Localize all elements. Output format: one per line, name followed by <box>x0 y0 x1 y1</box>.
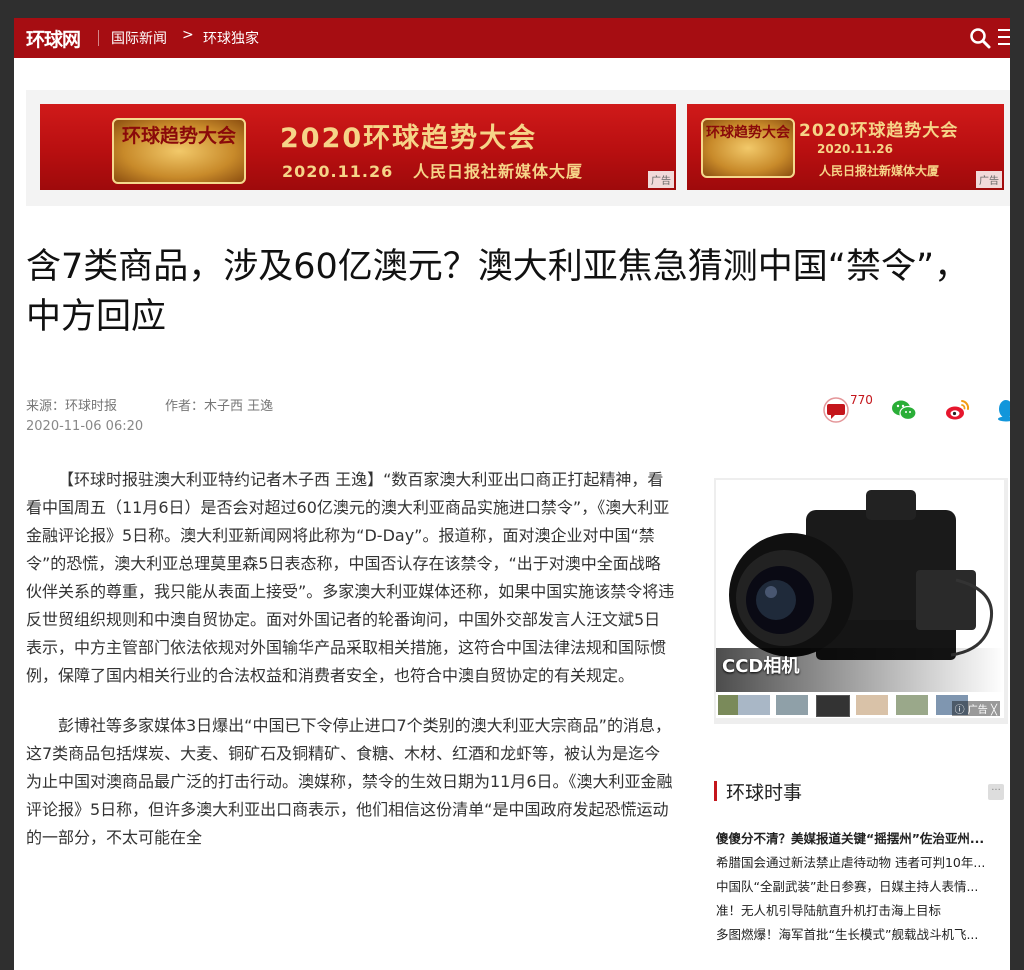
qq-share-icon[interactable] <box>996 398 1010 422</box>
article-author: 作者：木子西 王逸 <box>165 399 274 414</box>
camera-ad[interactable]: CCD相机 ⓘ 广告 ╳ <box>714 478 1008 724</box>
wechat-share-icon[interactable] <box>890 398 918 422</box>
ad-title: 2020环球趋势大会 <box>280 123 538 154</box>
camera-ad-label: CCD相机 <box>722 656 800 677</box>
site-logo[interactable]: 环球网 <box>26 25 81 52</box>
thumbnail[interactable] <box>738 695 770 715</box>
camera-ad-thumbnails: ⓘ 广告 ╳ <box>718 692 1002 718</box>
thumbnail[interactable] <box>896 695 928 715</box>
news-item[interactable]: 中国队“全副武装”赴日参赛，日媒主持人表情... <box>716 876 1006 900</box>
camera-ad-image[interactable]: CCD相机 ⓘ 广告 ╳ <box>716 480 1004 718</box>
thumbnail[interactable] <box>856 695 888 715</box>
thumbnail[interactable] <box>816 695 850 717</box>
article-time: 2020-11-06 06:20 <box>26 419 144 434</box>
ad-venue: 人民日报社新媒体大厦 <box>819 164 940 178</box>
news-item[interactable]: 多图燃爆！海军首批“生长模式”舰载战斗机飞... <box>716 924 1006 948</box>
ad-badge-logo: 环球趋势大会 <box>112 118 246 184</box>
section-title: 环球时事 <box>726 782 803 804</box>
ad-strip: 环球趋势大会 2020环球趋势大会 2020.11.26 人民日报社新媒体大厦 … <box>26 90 1010 206</box>
article-paragraph: 彭博社等多家媒体3日爆出“中国已下令停止进口7个类别的澳大利亚大宗商品”的消息，… <box>26 716 673 847</box>
browser-page: 环球网 国际新闻 > 环球独家 环球趋势大会 2020环球趋势大会 2020.1… <box>14 18 1010 970</box>
top-nav-bar: 环球网 国际新闻 > 环球独家 <box>14 18 1010 58</box>
ad-tag: 广告 <box>976 171 1002 188</box>
ad-date-venue: 2020.11.26 人民日报社新媒体大厦 <box>282 158 583 182</box>
section-accent-bar <box>714 781 717 801</box>
ad-badge-logo: 环球趋势大会 <box>701 118 795 178</box>
news-list: 傻傻分不清？美媒报道关键“摇摆州”佐治亚州... 希腊国会通过新法禁止虐待动物 … <box>716 828 1006 948</box>
breadcrumb-international-news[interactable]: 国际新闻 <box>111 28 167 48</box>
breadcrumb-separator: > <box>182 27 194 43</box>
comment-count[interactable]: 770 <box>850 393 873 407</box>
article-paragraph: 【环球时报驻澳大利亚特约记者木子西 王逸】“数百家澳大利亚出口商正打起精神，看看… <box>26 470 675 685</box>
breadcrumb-exclusive[interactable]: 环球独家 <box>203 28 259 48</box>
article-body: 【环球时报驻澳大利亚特约记者木子西 王逸】“数百家澳大利亚出口商正打起精神，看看… <box>26 466 676 874</box>
world-news-box: 环球时事 ··· 傻傻分不清？美媒报道关键“摇摆州”佐治亚州... 希腊国会通过… <box>714 770 1010 970</box>
article-title: 含7类商品，涉及60亿澳元？澳大利亚焦急猜测中国“禁令”，中方回应 <box>26 247 970 337</box>
trend-conference-ad-large[interactable]: 环球趋势大会 2020环球趋势大会 2020.11.26 人民日报社新媒体大厦 … <box>40 104 676 190</box>
news-item[interactable]: 傻傻分不清？美媒报道关键“摇摆州”佐治亚州... <box>716 828 1006 852</box>
comment-icon[interactable] <box>822 396 852 424</box>
thumbnail[interactable] <box>776 695 808 715</box>
ad-venue: 人民日报社新媒体大厦 <box>412 162 583 181</box>
ad-date: 2020.11.26 <box>282 162 394 181</box>
news-item[interactable]: 准！无人机引导陆航直升机打击海上目标 <box>716 900 1006 924</box>
menu-icon[interactable] <box>998 29 1010 47</box>
more-button[interactable]: ··· <box>988 784 1004 800</box>
nav-divider <box>98 30 99 46</box>
search-icon[interactable] <box>969 27 991 49</box>
weibo-share-icon[interactable] <box>944 398 970 422</box>
ad-tag: 广告 <box>648 171 674 188</box>
ad-title: 2020环球趋势大会 <box>799 121 959 141</box>
ad-date: 2020.11.26 <box>817 142 893 156</box>
camera-image <box>716 480 1004 718</box>
trend-conference-ad-small[interactable]: 环球趋势大会 2020环球趋势大会 2020.11.26 人民日报社新媒体大厦 … <box>687 104 1004 190</box>
news-item[interactable]: 希腊国会通过新法禁止虐待动物 违者可判10年... <box>716 852 1006 876</box>
article-source: 来源：环球时报 <box>26 399 118 414</box>
ad-close-button[interactable]: ⓘ 广告 ╳ <box>951 701 1000 716</box>
